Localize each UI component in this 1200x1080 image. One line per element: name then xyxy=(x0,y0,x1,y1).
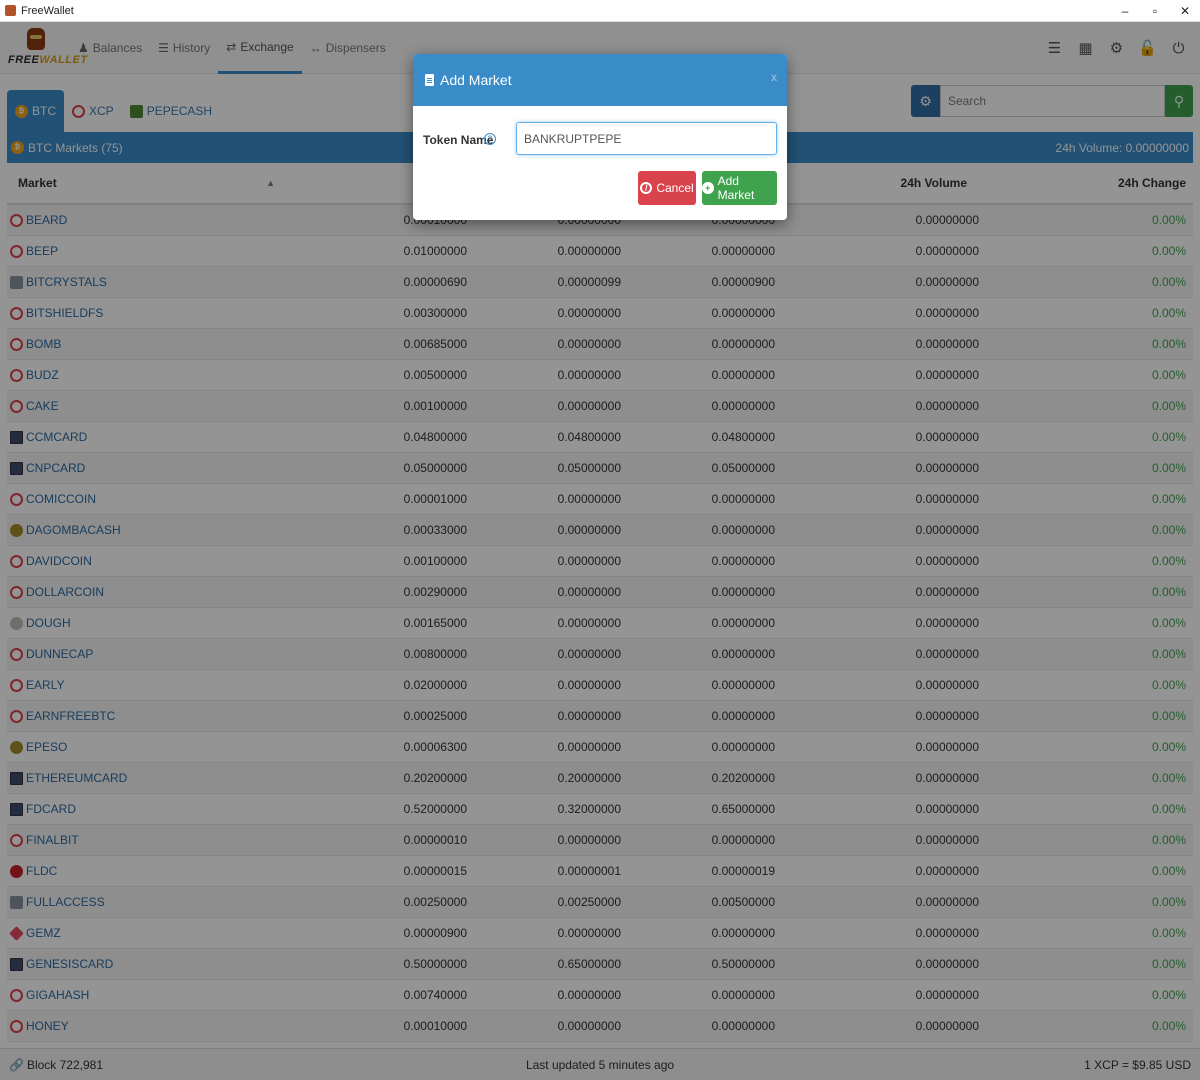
plus-circle-icon: + xyxy=(702,182,714,194)
maximize-button[interactable]: ▫ xyxy=(1140,0,1170,22)
minimize-button[interactable]: – xyxy=(1110,0,1140,22)
window-title: FreeWallet xyxy=(21,4,74,17)
token-name-label: Token Name xyxy=(423,133,494,147)
add-market-label: Add Market xyxy=(717,174,755,202)
dialog-close-button[interactable]: x xyxy=(771,70,777,84)
ban-icon: / xyxy=(640,182,653,194)
dialog-title: Add Market xyxy=(440,72,512,88)
window-controls: – ▫ ✕ xyxy=(1110,0,1200,22)
close-window-button[interactable]: ✕ xyxy=(1170,0,1200,22)
token-name-input[interactable] xyxy=(516,122,777,155)
dialog-header: Add Market x xyxy=(413,54,787,106)
app-icon xyxy=(5,5,16,16)
cancel-label: Cancel xyxy=(656,181,694,195)
cancel-button[interactable]: / Cancel xyxy=(638,171,696,205)
window-titlebar: FreeWallet – ▫ ✕ xyxy=(0,0,1200,22)
add-market-button[interactable]: + Add Market xyxy=(702,171,777,205)
file-icon xyxy=(425,74,434,86)
dialog-body: Token Name ? / Cancel + Add Market xyxy=(413,106,787,220)
help-icon[interactable]: ? xyxy=(484,133,496,145)
add-market-dialog: Add Market x Token Name ? / Cancel + Add… xyxy=(413,54,787,220)
